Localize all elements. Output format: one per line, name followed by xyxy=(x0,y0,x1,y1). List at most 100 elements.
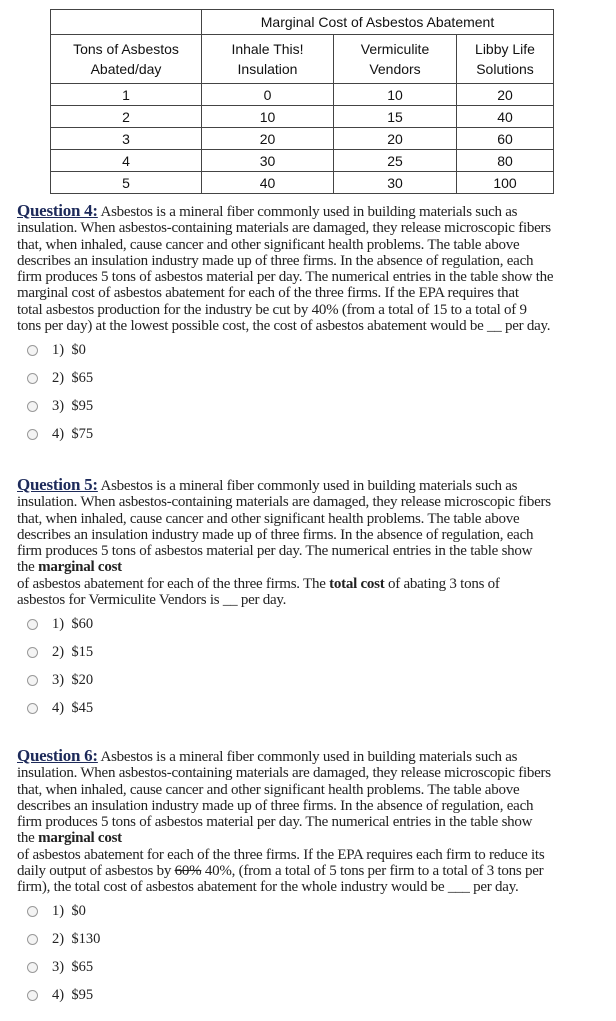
question-4: Question 4: Asbestos is a mineral fiber … xyxy=(17,202,554,448)
question-text-line: insulation. When asbestos-containing mat… xyxy=(17,220,553,236)
answer-option[interactable]: 3) $95 xyxy=(17,392,553,420)
firm-name: Vendors xyxy=(369,61,421,77)
question-text-line: that, when inhaled, cause cancer and oth… xyxy=(17,511,551,527)
text-segment: that, when inhaled, cause cancer and oth… xyxy=(17,510,520,527)
text-segment: insulation. When asbestos-containing mat… xyxy=(17,494,551,511)
option-label: 3) $95 xyxy=(52,397,94,414)
text-segment: daily output of asbestos by xyxy=(17,863,175,880)
radio-button[interactable] xyxy=(27,990,38,1002)
text-segment: firm produces 5 tons of asbestos materia… xyxy=(17,543,533,560)
text-segment: the xyxy=(17,559,39,576)
radio-button[interactable] xyxy=(27,906,38,918)
question-text-line: firm), the total cost of asbestos abatem… xyxy=(17,879,551,895)
table-cell: 25 xyxy=(333,149,457,172)
answer-options: 1) $0 2) $65 3) $95 4) $75 xyxy=(17,336,553,448)
question-text-line: of asbestos abatement for each of the th… xyxy=(17,847,551,863)
table-cell: 40 xyxy=(201,171,334,194)
radio-button[interactable] xyxy=(27,428,38,440)
text-segment: tons per day) at the lowest possible cos… xyxy=(17,318,551,335)
table-cell: 0 xyxy=(201,83,334,106)
table-cell: 3 xyxy=(50,127,202,150)
text-segment: of abating 3 tons of xyxy=(384,575,500,592)
text-segment: asbestos for Vermiculite Vendors is __ p… xyxy=(17,592,287,609)
question-text-line: describes an insulation industry made up… xyxy=(17,527,551,543)
option-label: 4) $75 xyxy=(52,425,94,442)
question-text-line: Question 4: Asbestos is a mineral fiber … xyxy=(17,202,553,220)
question-text-line: daily output of asbestos by 60% 40%, (fr… xyxy=(17,863,551,879)
row-header: Tons of Asbestos Abated/day xyxy=(50,34,202,84)
table-row: 2 10 15 40 xyxy=(50,105,554,128)
question-text-line: the marginal cost xyxy=(17,830,551,846)
option-label: 1) $0 xyxy=(52,341,86,358)
table-cell: 80 xyxy=(456,149,554,172)
text-segment: firm), the total cost of asbestos abatem… xyxy=(17,879,519,896)
radio-button[interactable] xyxy=(27,344,38,356)
text-segment: that, when inhaled, cause cancer and oth… xyxy=(17,781,520,798)
question-text-line: Question 6: Asbestos is a mineral fiber … xyxy=(17,747,551,765)
table-cell: 10 xyxy=(201,105,334,128)
firm-header: Vermiculite Vendors xyxy=(333,34,457,84)
question-text-line: insulation. When asbestos-containing mat… xyxy=(17,765,551,781)
question-text-line: Question 5: Asbestos is a mineral fiber … xyxy=(17,476,551,494)
radio-button[interactable] xyxy=(27,702,38,714)
question-5: Question 5: Asbestos is a mineral fiber … xyxy=(17,476,551,722)
radio-button[interactable] xyxy=(27,400,38,412)
text-segment: 40%, (from a total of 5 tons per firm to… xyxy=(201,863,544,880)
answer-option[interactable]: 4) $95 xyxy=(17,982,551,1010)
answer-option[interactable]: 1) $0 xyxy=(17,898,551,926)
table-cell: 5 xyxy=(50,171,202,194)
table-cell: 1 xyxy=(50,83,202,106)
answer-option[interactable]: 4) $75 xyxy=(17,420,553,448)
row-header-line: Abated/day xyxy=(90,61,162,77)
radio-button[interactable] xyxy=(27,646,38,658)
firm-header: Libby Life Solutions xyxy=(456,34,554,84)
firm-name: Vermiculite xyxy=(360,41,430,57)
table-cell: 2 xyxy=(50,105,202,128)
answer-option[interactable]: 1) $0 xyxy=(17,336,553,364)
radio-button[interactable] xyxy=(27,372,38,384)
answer-option[interactable]: 2) $15 xyxy=(17,638,551,666)
text-segment: marginal cost of asbestos abatement for … xyxy=(17,285,519,302)
question-text-line: total asbestos production for the indust… xyxy=(17,302,553,318)
text-segment: insulation. When asbestos-containing mat… xyxy=(17,765,551,782)
group-header: Marginal Cost of Asbestos Abatement xyxy=(201,9,554,35)
answer-option[interactable]: 1) $60 xyxy=(17,610,551,638)
question-text-line: tons per day) at the lowest possible cos… xyxy=(17,318,553,334)
answer-option[interactable]: 3) $20 xyxy=(17,666,551,694)
answer-option[interactable]: 2) $65 xyxy=(17,364,553,392)
text-segment: describes an insulation industry made up… xyxy=(17,252,534,269)
option-label: 3) $65 xyxy=(52,959,94,976)
table-cell: 20 xyxy=(456,83,554,106)
question-text-line: asbestos for Vermiculite Vendors is __ p… xyxy=(17,592,551,608)
radio-button[interactable] xyxy=(27,674,38,686)
answer-options: 1) $0 2) $130 3) $65 4) $95 xyxy=(17,898,551,1010)
radio-button[interactable] xyxy=(27,618,38,630)
option-label: 2) $15 xyxy=(52,643,94,660)
table-row: 5 40 30 100 xyxy=(50,171,554,194)
firm-name: Solutions xyxy=(476,61,534,77)
row-header-line: Tons of Asbestos xyxy=(73,41,179,57)
option-label: 4) $95 xyxy=(52,987,94,1004)
text-segment: total asbestos production for the indust… xyxy=(17,301,527,318)
option-label: 3) $20 xyxy=(52,671,94,688)
table-cell: 40 xyxy=(456,105,554,128)
text-segment: of asbestos abatement for each of the th… xyxy=(17,575,330,592)
text-segment: Asbestos is a mineral fiber commonly use… xyxy=(97,478,518,494)
text-segment: firm produces 5 tons of asbestos materia… xyxy=(17,814,533,831)
table-cell: 15 xyxy=(333,105,457,128)
text-segment: insulation. When asbestos-containing mat… xyxy=(17,220,551,237)
answer-option[interactable]: 3) $65 xyxy=(17,954,551,982)
bold-text: marginal cost xyxy=(38,830,122,847)
table-cell: 20 xyxy=(201,127,334,150)
question-text-line: insulation. When asbestos-containing mat… xyxy=(17,494,551,510)
answer-option[interactable]: 4) $45 xyxy=(17,694,551,722)
radio-button[interactable] xyxy=(27,962,38,974)
answer-option[interactable]: 2) $130 xyxy=(17,926,551,954)
text-segment: firm produces 5 tons of asbestos materia… xyxy=(17,269,554,286)
question-text-line: that, when inhaled, cause cancer and oth… xyxy=(17,782,551,798)
question-text-line: the marginal cost xyxy=(17,559,551,575)
text-segment: that, when inhaled, cause cancer and oth… xyxy=(17,236,520,253)
radio-button[interactable] xyxy=(27,934,38,946)
option-label: 2) $65 xyxy=(52,369,94,386)
table-cell: 10 xyxy=(333,83,457,106)
